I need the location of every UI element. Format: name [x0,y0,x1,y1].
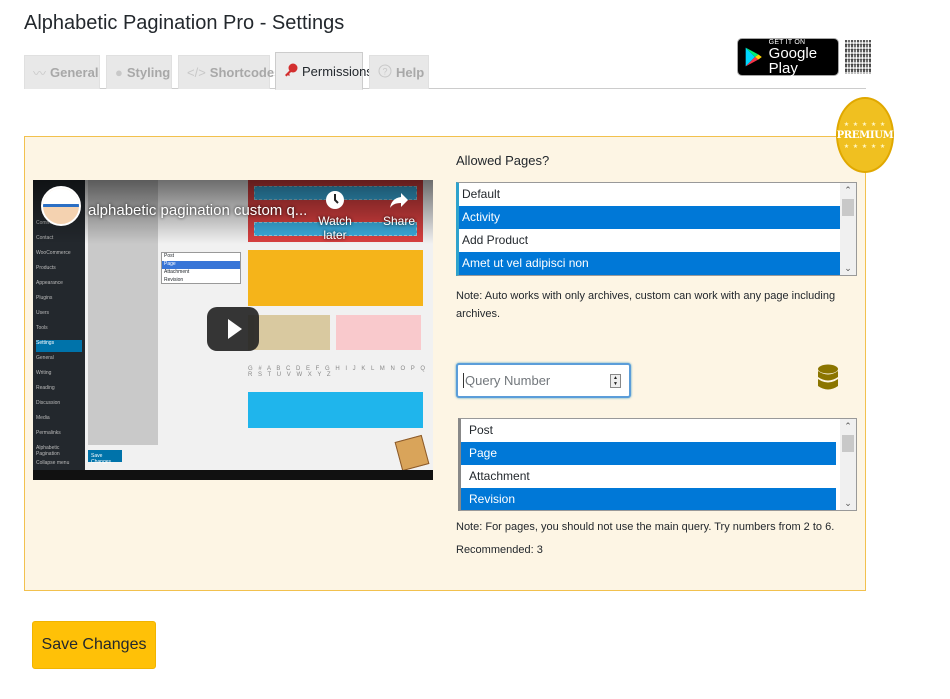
video-mini-save: Save Changes [88,450,122,465]
premium-badge: ★ ★ ★ ★ ★ PREMIUM ★ ★ ★ ★ ★ [836,97,894,173]
list-option[interactable]: Add Product [459,229,856,252]
tab-general[interactable]: 〰 General [24,55,100,89]
allowed-pages-label: Allowed Pages? [456,153,550,168]
scroll-down-icon[interactable]: ⌄ [840,496,856,510]
video-text: Discussion [36,400,61,406]
video-text: Products [36,265,56,271]
video-text: WooCommerce [36,250,71,256]
premium-label: PREMIUM [836,129,894,141]
video-pink-box [336,315,421,350]
video-text: Tools [36,325,48,331]
video-letters: G # A B C D E F G H I J K L M N O P Q R … [248,366,428,378]
video-text: Writing [36,370,52,376]
query-number-placeholder: Query Number [463,373,551,388]
google-play-icon [745,47,762,67]
scrollbar[interactable]: ⌃ ⌄ [840,183,856,275]
tab-label: General [50,65,99,80]
video-mini-list: Post Page Attachment Revision [161,252,241,284]
scroll-up-icon[interactable]: ⌃ [840,183,856,197]
scroll-down-icon[interactable]: ⌄ [840,261,856,275]
code-icon: </> [187,65,206,80]
svg-text:?: ? [382,67,387,77]
video-text: Attachment [164,269,190,275]
video-text: Page [162,261,240,269]
video-text: Reading [36,385,55,391]
video-text: Post [164,253,175,259]
wave-icon: 〰 [33,66,47,81]
share-arrow-icon [379,190,419,214]
list-option[interactable]: Page [461,442,836,465]
video-text: Appearance [36,280,63,286]
video-tan-box [248,315,330,350]
tab-help[interactable]: ? Help [369,55,429,89]
list-option[interactable]: Attachment [461,465,856,488]
video-mascot [394,434,430,472]
tab-label: Help [396,65,425,80]
list-option[interactable]: Amet ut vel adipisci non [459,252,856,275]
query-note: Note: For pages, you should not use the … [456,521,835,533]
scroll-up-icon[interactable]: ⌃ [840,419,856,433]
post-types-select[interactable]: Post Page Attachment Revision ⌃ ⌄ [458,418,857,511]
save-changes-button[interactable]: Save Changes [32,621,156,669]
stars-icon: ★ ★ ★ ★ ★ [843,121,887,128]
scrollbar[interactable]: ⌃ ⌄ [840,419,856,510]
allowed-pages-note: Note: Auto works with only archives, cus… [456,290,836,320]
video-text: Permalinks [36,430,61,436]
stars-icon: ★ ★ ★ ★ ★ [843,143,887,150]
clock-icon [305,190,365,214]
share-label: Share [382,214,416,228]
tab-permissions[interactable]: Permissions [275,52,373,90]
key-icon [284,63,298,80]
list-option[interactable]: Revision [461,488,836,510]
video-blue-box [248,392,423,428]
video-bottom-bar [33,470,433,480]
video-text: General [36,355,54,361]
tab-styling[interactable]: ● Styling [106,55,172,89]
list-option[interactable]: Post [461,419,856,442]
spinner-icon[interactable]: ▲ ▼ [610,374,621,388]
channel-avatar[interactable] [41,186,81,226]
recommended-note: Recommended: 3 [456,544,543,556]
google-play-badge[interactable]: GET IT ON Google Play [737,38,839,76]
video-text: Alphabetic Pagination [36,445,60,457]
scroll-thumb[interactable] [842,199,854,216]
tab-label: Permissions [302,63,373,79]
tab-label: Styling [126,65,171,80]
tab-label: Shortcodes [209,65,282,80]
list-option[interactable]: Default [459,183,856,206]
video-text: Users [36,310,50,316]
question-circle-icon: ? [378,64,392,81]
video-text: Media [36,415,50,421]
video-yellow-box [248,250,423,306]
qr-code [845,40,871,74]
query-number-input[interactable]: Query Number ▲ ▼ [456,363,631,398]
video-text: Settings [36,340,82,352]
palette-icon: ● [115,65,123,80]
google-play-big: Google Play [768,44,818,77]
watch-later-label: Watch later [318,214,352,242]
share-button[interactable]: Share [379,190,419,228]
list-option[interactable]: Activity [459,206,856,229]
video-text: Revision [164,277,184,283]
scroll-thumb[interactable] [842,435,854,452]
page-title: Alphabetic Pagination Pro - Settings [24,12,345,34]
database-icon[interactable] [817,364,839,392]
video-player[interactable]: Comments Contact WooCommerce Products Ap… [33,180,433,480]
video-text: Plugins [36,295,53,301]
tab-shortcodes[interactable]: </> Shortcodes [178,55,281,89]
allowed-pages-select[interactable]: Default Activity Add Product Amet ut vel… [456,182,857,276]
video-title[interactable]: alphabetic pagination custom q... [88,202,307,219]
watch-later-button[interactable]: Watch later [305,190,365,242]
play-button[interactable] [207,307,259,351]
